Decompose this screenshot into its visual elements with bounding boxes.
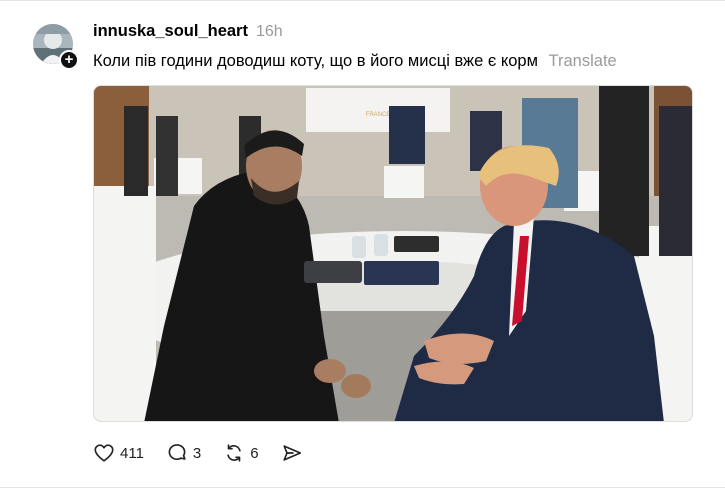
repost-icon — [227, 444, 242, 462]
comment-count: 3 — [192, 444, 202, 462]
like-count: 411 — [120, 444, 144, 462]
heart-icon — [94, 444, 114, 462]
post-photo[interactable]: FRANCE — [93, 85, 693, 422]
action-bar: 411 3 6 — [93, 441, 325, 465]
follow-plus-icon[interactable]: + — [59, 50, 79, 70]
share-icon — [282, 445, 301, 461]
share-button[interactable] — [281, 442, 303, 464]
post-header: innuska_soul_heart 16h — [93, 22, 283, 44]
photo-scene: FRANCE — [94, 86, 692, 421]
repost-count: 6 — [250, 444, 259, 462]
post-caption: Коли пів години доводиш коту, що в його … — [93, 52, 617, 71]
banner-text: FRANCE — [366, 112, 391, 118]
post-time[interactable]: 16h — [256, 23, 283, 41]
like-button[interactable]: 411 — [93, 442, 144, 464]
comment-button[interactable]: 3 — [166, 442, 201, 464]
caption-text: Коли пів години доводиш коту, що в його … — [93, 52, 538, 70]
translate-link[interactable]: Translate — [549, 52, 617, 70]
repost-button[interactable]: 6 — [223, 442, 259, 464]
post-card: + innuska_soul_heart 16h Коли пів години… — [0, 0, 725, 488]
avatar-container[interactable]: + — [33, 24, 79, 70]
comment-icon — [168, 444, 186, 461]
username[interactable]: innuska_soul_heart — [93, 22, 248, 41]
